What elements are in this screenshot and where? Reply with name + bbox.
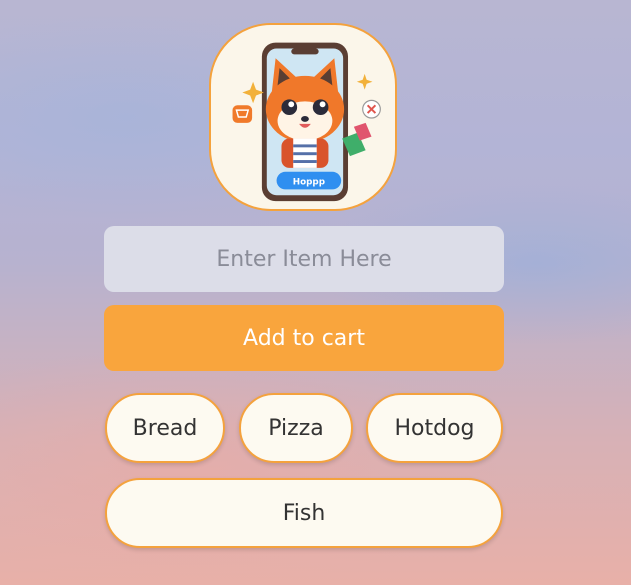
fox-shopping-logo-icon: Hoppp: [232, 42, 381, 202]
item-input[interactable]: [104, 226, 504, 292]
item-chip-bread[interactable]: Bread: [105, 393, 225, 463]
add-to-cart-button[interactable]: Add to cart: [104, 305, 504, 371]
logo-button-text: Hoppp: [293, 178, 325, 188]
item-chip-fish[interactable]: Fish: [105, 478, 503, 548]
item-chip-hotdog[interactable]: Hotdog: [366, 393, 503, 463]
app-logo: Hoppp: [209, 23, 397, 211]
item-chip-pizza[interactable]: Pizza: [239, 393, 353, 463]
